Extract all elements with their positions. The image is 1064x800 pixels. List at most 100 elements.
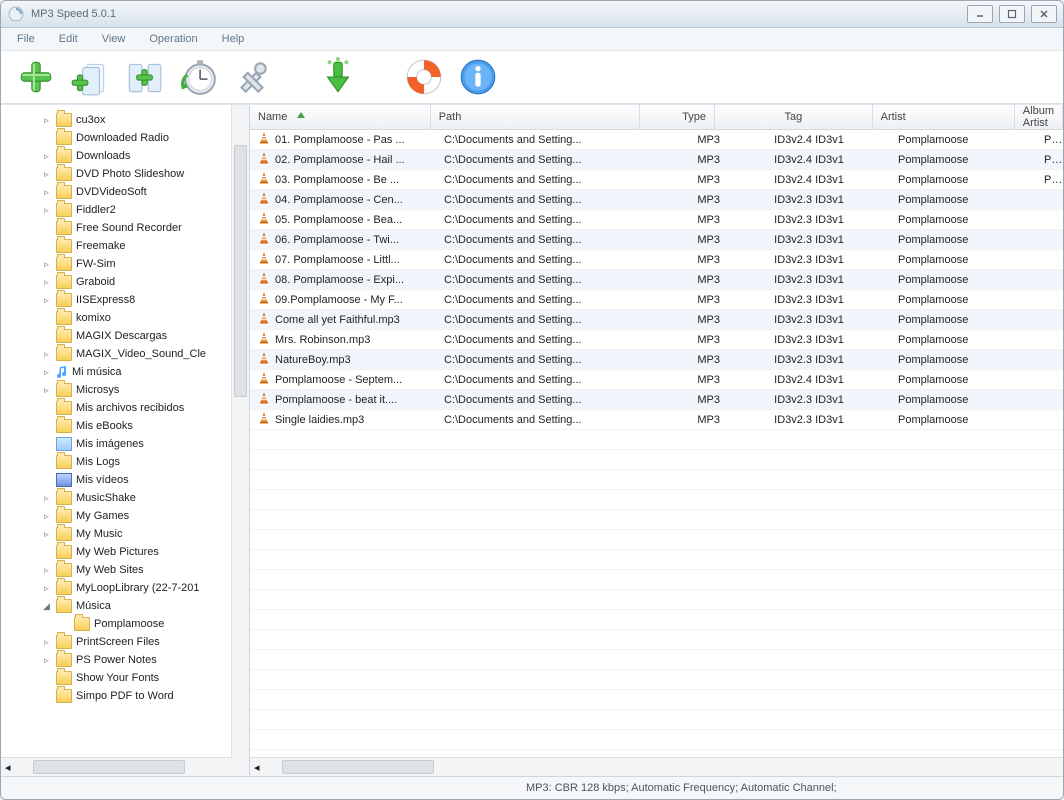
table-row[interactable]: Come all yet Faithful.mp3C:\Documents an… [250,310,1063,330]
tree-item[interactable]: komixo [5,309,249,327]
tree-item[interactable]: Free Sound Recorder [5,219,249,237]
scrollbar-thumb[interactable] [282,760,434,774]
tree-item[interactable]: ▹MyLoopLibrary (22-7-201 [5,579,249,597]
table-row[interactable]: NatureBoy.mp3C:\Documents and Setting...… [250,350,1063,370]
tree-item[interactable]: Mis eBooks [5,417,249,435]
expand-icon[interactable]: ▹ [41,205,52,216]
table-row[interactable]: 04. Pomplamoose - Cen...C:\Documents and… [250,190,1063,210]
table-row[interactable]: 07. Pomplamoose - Littl...C:\Documents a… [250,250,1063,270]
tree-item[interactable]: ▹Mi música [5,363,249,381]
tree-item[interactable]: Mis vídeos [5,471,249,489]
expand-icon[interactable]: ▹ [41,277,52,288]
expand-icon[interactable]: ▹ [41,493,52,504]
table-row[interactable]: 03. Pomplamoose - Be ...C:\Documents and… [250,170,1063,190]
column-artist[interactable]: Artist [873,105,1015,129]
tree-item[interactable]: ▹IISExpress8 [5,291,249,309]
expand-icon[interactable]: ▹ [41,655,52,666]
column-path[interactable]: Path [431,105,641,129]
expand-icon[interactable]: ▹ [41,295,52,306]
expand-icon[interactable]: ▹ [41,151,52,162]
table-row[interactable]: Pomplamoose - Septem...C:\Documents and … [250,370,1063,390]
column-name[interactable]: Name [250,105,431,129]
column-album-artist[interactable]: Album Artist [1015,105,1063,129]
minimize-button[interactable] [967,5,993,23]
scroll-left-icon[interactable]: ◂ [5,761,11,774]
stopwatch-icon[interactable] [177,56,219,98]
expand-icon[interactable]: ▹ [41,511,52,522]
tree-item[interactable]: Mis Logs [5,453,249,471]
tree-item[interactable]: ▹cu3ox [5,111,249,129]
table-row[interactable]: Mrs. Robinson.mp3C:\Documents and Settin… [250,330,1063,350]
expand-icon[interactable]: ▹ [41,187,52,198]
menu-file[interactable]: File [7,31,45,47]
tree-item[interactable]: ▹DVD Photo Slideshow [5,165,249,183]
tree-item[interactable]: My Web Pictures [5,543,249,561]
expand-icon[interactable]: ▹ [41,565,52,576]
table-row[interactable]: 08. Pomplamoose - Expi...C:\Documents an… [250,270,1063,290]
scrollbar-thumb[interactable] [33,760,185,774]
menu-operation[interactable]: Operation [139,31,207,47]
table-row[interactable]: Pomplamoose - beat it....C:\Documents an… [250,390,1063,410]
tree-item[interactable]: Simpo PDF to Word [5,687,249,705]
table-row[interactable]: 09.Pomplamoose - My F...C:\Documents and… [250,290,1063,310]
info-icon[interactable] [457,56,499,98]
tree-item[interactable]: Mis archivos recibidos [5,399,249,417]
tree-item[interactable]: Freemake [5,237,249,255]
tree-item[interactable]: ▹PrintScreen Files [5,633,249,651]
tree-horizontal-scrollbar[interactable]: ◂ [1,757,249,776]
column-tag[interactable]: Tag [715,105,873,129]
expand-icon[interactable]: ▹ [41,637,52,648]
tree-vertical-scrollbar[interactable] [231,105,249,758]
expand-icon[interactable]: ▹ [41,385,52,396]
expand-icon[interactable]: ▹ [41,115,52,126]
expand-icon[interactable]: ▹ [41,367,52,378]
menu-edit[interactable]: Edit [49,31,88,47]
vlc-cone-icon [258,392,270,407]
tree-item[interactable]: ▹PS Power Notes [5,651,249,669]
table-row[interactable]: 01. Pomplamoose - Pas ...C:\Documents an… [250,130,1063,150]
tree-item[interactable]: ▹FW-Sim [5,255,249,273]
maximize-button[interactable] [999,5,1025,23]
tree-item[interactable]: Show Your Fonts [5,669,249,687]
menu-help[interactable]: Help [212,31,255,47]
tree-item[interactable]: ▹DVDVideoSoft [5,183,249,201]
expand-icon[interactable]: ◢ [41,601,52,612]
add-between-icon[interactable] [123,56,165,98]
add-folder-icon[interactable] [69,56,111,98]
table-row[interactable]: Single laidies.mp3C:\Documents and Setti… [250,410,1063,430]
expand-icon[interactable]: ▹ [41,259,52,270]
download-icon[interactable] [317,56,359,98]
tree-item[interactable]: ▹MAGIX_Video_Sound_Cle [5,345,249,363]
tree-item[interactable]: MAGIX Descargas [5,327,249,345]
tree-item[interactable]: ▹MusicShake [5,489,249,507]
list-horizontal-scrollbar[interactable]: ◂ [250,757,1063,776]
scrollbar-thumb[interactable] [234,145,247,397]
tree-item[interactable]: ▹Graboid [5,273,249,291]
menu-view[interactable]: View [92,31,136,47]
column-headers: Name Path Type Tag Artist Album Artist [250,105,1063,130]
expand-icon[interactable]: ▹ [41,583,52,594]
tree-item[interactable]: Mis imágenes [5,435,249,453]
tools-icon[interactable] [231,56,273,98]
table-row[interactable]: 05. Pomplamoose - Bea...C:\Documents and… [250,210,1063,230]
tree-item[interactable]: Pomplamoose [5,615,249,633]
table-row[interactable]: 02. Pomplamoose - Hail ...C:\Documents a… [250,150,1063,170]
tree-item[interactable]: ▹My Music [5,525,249,543]
tree-item[interactable]: ▹My Web Sites [5,561,249,579]
tree-item[interactable]: ▹Microsys [5,381,249,399]
add-icon[interactable] [15,56,57,98]
table-row[interactable]: 06. Pomplamoose - Twi...C:\Documents and… [250,230,1063,250]
tree-item[interactable]: ▹Fiddler2 [5,201,249,219]
close-button[interactable] [1031,5,1057,23]
lifebuoy-icon[interactable] [403,56,445,98]
tree-item[interactable]: ▹Downloads [5,147,249,165]
scroll-left-icon[interactable]: ◂ [254,761,260,774]
expand-icon[interactable]: ▹ [41,529,52,540]
expand-icon[interactable]: ▹ [41,169,52,180]
folder-tree[interactable]: ▹cu3oxDownloaded Radio▹Downloads▹DVD Pho… [1,105,249,757]
expand-icon[interactable]: ▹ [41,349,52,360]
tree-item[interactable]: ◢Música [5,597,249,615]
tree-item[interactable]: ▹My Games [5,507,249,525]
column-type[interactable]: Type [640,105,715,129]
tree-item[interactable]: Downloaded Radio [5,129,249,147]
